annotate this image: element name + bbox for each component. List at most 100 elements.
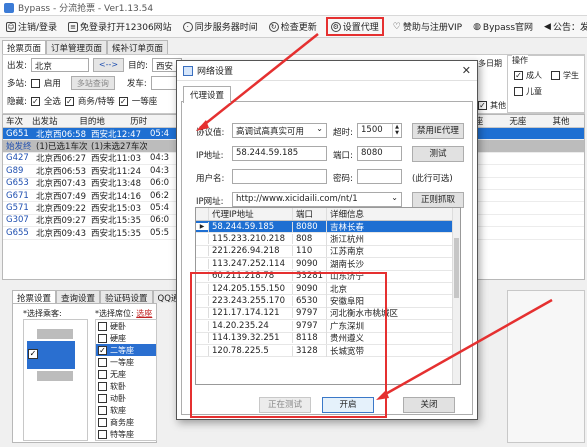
scroll-thumb[interactable] (454, 238, 459, 298)
password-input[interactable] (357, 169, 402, 184)
hide-all-checkbox[interactable]: ✓ (30, 96, 40, 106)
col-other[interactable]: 其他 (549, 115, 584, 127)
train-cell-dur: 05:4 (150, 203, 170, 214)
proxy-table-scrollbar[interactable] (452, 208, 460, 384)
seat-checkbox[interactable] (98, 321, 107, 331)
student-checkbox[interactable] (551, 71, 560, 80)
seat-option[interactable]: 硬座 (96, 332, 156, 344)
train-cell-dur: 04:3 (150, 165, 170, 176)
train-cell-train: G671 (6, 190, 29, 201)
close-icon[interactable]: ✕ (462, 64, 471, 77)
tab-query-settings[interactable]: 查询设置 (56, 290, 101, 304)
tab-proxy-settings[interactable]: 代理设置 (183, 86, 232, 103)
seat-label: 一等座 (110, 357, 134, 367)
testing-button[interactable]: 正在测试 (259, 397, 311, 413)
proxy-cell-ip: 221.226.94.218 (208, 246, 292, 257)
open-12306-button[interactable]: ≡ 免登录打开12306网站 (66, 18, 174, 35)
train-cell-dur: 06:0 (150, 215, 170, 226)
passenger-checkbox[interactable]: ✓ (28, 349, 38, 359)
check-update-button[interactable]: ↻ 检查更新 (267, 18, 319, 35)
protocol-select[interactable]: 高调试高真实可用 ⌄ (232, 123, 327, 138)
sync-time-button[interactable]: · 同步服务器时间 (181, 18, 260, 35)
adult-checkbox[interactable]: ✓ (514, 71, 523, 80)
col-train[interactable]: 车次 (3, 115, 29, 127)
disable-ie-proxy-button[interactable]: 禁用IE代理 (412, 123, 464, 139)
hide-business-checkbox[interactable]: ✓ (64, 96, 74, 106)
col-no-seat[interactable]: 无座 (506, 115, 549, 127)
tab-grab-settings[interactable]: 抢票设置 (12, 290, 57, 304)
spin-arrows-icon[interactable]: ▲ ▼ (392, 124, 401, 137)
ip-site-select[interactable]: http://www.xicidaili.com/nt/1 ⌄ (232, 192, 402, 207)
col-details[interactable]: 详细信息 (326, 208, 456, 220)
seat-option[interactable]: 软卧 (96, 380, 156, 392)
col-from[interactable]: 出发站 (29, 115, 76, 127)
tab-grab-ticket[interactable]: 抢票页面 (2, 40, 47, 54)
proxy-row[interactable]: 113.247.252.114 9090 湖南长沙 (196, 257, 460, 271)
proxy-row[interactable]: 60.211.218.78 53281 山东济宁 (196, 270, 460, 283)
proxy-row[interactable]: 121.17.174.121 9797 河北衡水市桃城区 (196, 307, 460, 321)
seat-checkbox[interactable] (98, 417, 107, 427)
timeout-spinner[interactable]: 1500 ▲ ▼ (357, 123, 402, 138)
seat-option[interactable]: 软座 (96, 404, 156, 416)
col-port[interactable]: 端口 (292, 208, 326, 220)
sponsor-vip-button[interactable]: ♡ 赞助与注册VIP (391, 18, 464, 35)
seat-option[interactable]: 无座 (96, 368, 156, 380)
login-button[interactable]: ☺ 注销/登录 (4, 18, 59, 35)
close-button[interactable]: 关闭 (403, 397, 455, 413)
other-checkbox[interactable]: ✓ (478, 101, 487, 110)
network-icon (183, 65, 193, 76)
child-checkbox[interactable] (514, 87, 523, 96)
tab-captcha-settings[interactable]: 验证码设置 (100, 290, 153, 304)
proxy-row[interactable]: 114.139.32.251 8118 贵州遵义 (196, 332, 460, 345)
passenger-item-redacted[interactable] (37, 329, 73, 339)
announcement[interactable]: ◀公告：发车前一周才是抢票高峰 (542, 18, 587, 35)
seat-option[interactable]: ✓ 二等座 (96, 344, 156, 356)
proxy-row[interactable]: 221.226.94.218 110 江苏南京 (196, 245, 460, 259)
train-cell-to: (1)未选27车次 (91, 142, 147, 153)
seat-checkbox[interactable] (98, 369, 107, 379)
proxy-row[interactable]: 120.78.225.5 3128 长城宽带 (196, 344, 460, 358)
seat-option[interactable]: 动卧 (96, 392, 156, 404)
official-site-button[interactable]: ◍ Bypass官网 (471, 18, 535, 35)
start-button[interactable]: 开启 (322, 397, 374, 413)
passenger-item-redacted[interactable] (37, 371, 73, 381)
proxy-cell-ip: 113.247.252.114 (208, 258, 292, 269)
proxy-row[interactable]: ▶ 58.244.59.185 8080 吉林长春 (196, 220, 460, 234)
seat-checkbox[interactable] (98, 357, 107, 367)
ip-input[interactable]: 58.244.59.185 (232, 146, 327, 161)
passenger-item-selected[interactable]: ✓ (27, 341, 75, 369)
col-duration[interactable]: 历时 (127, 115, 153, 127)
set-proxy-button[interactable]: ⚙ 设置代理 (325, 17, 384, 36)
seat-checkbox[interactable] (98, 429, 107, 439)
test-button[interactable]: 测试 (412, 146, 464, 162)
proxy-row[interactable]: 14.20.235.24 9797 广东深圳 (196, 319, 460, 333)
col-to[interactable]: 目的地 (76, 115, 127, 127)
port-input[interactable]: 8080 (357, 146, 402, 161)
seat-checkbox[interactable] (98, 393, 107, 403)
col-proxy-ip[interactable]: 代理IP地址 (208, 208, 292, 220)
seat-option[interactable]: 一等座 (96, 356, 156, 368)
choose-seat-link[interactable]: 选座 (136, 309, 152, 318)
swap-button[interactable]: <--> (92, 58, 125, 72)
row-marker-icon: ▶ (196, 223, 208, 231)
username-input[interactable] (232, 169, 327, 184)
from-input[interactable]: 北京 (30, 58, 89, 72)
seat-checkbox[interactable] (98, 381, 107, 391)
tab-waitlist[interactable]: 候补订单页面 (107, 40, 169, 54)
seat-checkbox[interactable]: ✓ (98, 345, 107, 355)
tab-orders[interactable]: 订单管理页面 (46, 40, 108, 54)
seat-option[interactable]: 商务座 (96, 416, 156, 428)
seat-checkbox[interactable] (98, 333, 107, 343)
proxy-row[interactable]: 124.205.155.150 9090 北京 (196, 282, 460, 296)
seat-option[interactable]: 硬卧 (96, 320, 156, 332)
hide-first-checkbox[interactable]: ✓ (118, 96, 128, 106)
proxy-cell-ip: 114.139.32.251 (208, 333, 292, 344)
regex-fetch-button[interactable]: 正则抓取 (412, 192, 464, 208)
proxy-row[interactable]: 115.233.210.218 808 浙江杭州 (196, 233, 460, 246)
train-cell-from: 北京西09:22 (36, 204, 86, 215)
multi-enable-checkbox[interactable] (30, 78, 40, 88)
multi-query-button[interactable]: 多站查询 (70, 76, 115, 90)
seat-checkbox[interactable] (98, 405, 107, 415)
proxy-row[interactable]: 223.243.255.170 6530 安徽阜阳 (196, 295, 460, 308)
seat-option[interactable]: 特等座 (96, 428, 156, 440)
